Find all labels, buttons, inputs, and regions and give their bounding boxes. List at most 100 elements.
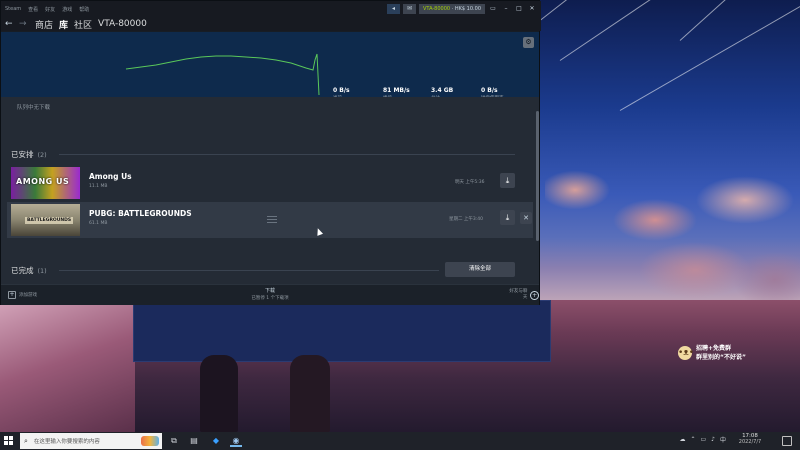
network-usage-line	[125, 53, 320, 96]
menu-view[interactable]: 查看	[28, 6, 38, 13]
drag-handle-icon[interactable]	[267, 216, 277, 223]
menu-help[interactable]: 帮助	[79, 6, 89, 13]
wallet-display[interactable]: VTA-80000 · HK$ 10.00	[418, 4, 485, 14]
nav-store[interactable]: 商店	[35, 18, 53, 31]
friends-chat-button[interactable]: 好友与聊天 +	[506, 289, 539, 301]
game-name[interactable]: PUBG: BATTLEGROUNDS	[89, 209, 192, 218]
settings-gear-icon[interactable]: ⚙	[523, 37, 534, 48]
wallpaper-clouds	[545, 150, 800, 310]
stat-value: 81 MB/s	[383, 87, 410, 94]
scheduled-section-title: 已安排 (2)	[11, 149, 47, 160]
wallpaper-streak	[619, 0, 800, 111]
wallpaper-figure	[290, 355, 330, 432]
taskbar-clock[interactable]: 17:08 2022/7/7	[730, 433, 770, 445]
notification-icon[interactable]: ✉	[402, 4, 416, 14]
completed-title: 已完成	[11, 266, 34, 275]
wallpaper-ground	[0, 305, 135, 432]
completed-section-title: 已完成 (1)	[11, 265, 47, 276]
wallet-balance: HK$ 10.00	[454, 6, 481, 12]
broadcast-icon[interactable]: ◂	[386, 4, 400, 14]
menu-friends[interactable]: 好友	[45, 6, 55, 13]
network-icon[interactable]: ▭	[700, 436, 706, 443]
steam-window: Steam 查看 好友 游戏 帮助 ◂ ✉ VTA-80000 · HK$ 10…	[0, 0, 541, 305]
game-thumbnail: BATTLEGROUNDS	[11, 204, 80, 236]
back-arrow-icon[interactable]: ←	[5, 19, 15, 29]
download-icon[interactable]: ⤓	[500, 210, 515, 225]
search-icon: ⌕	[24, 436, 28, 445]
close-icon[interactable]: ✕	[527, 4, 537, 14]
nav-community[interactable]: 社区	[74, 18, 92, 31]
game-thumbnail: AMONG US	[11, 167, 80, 199]
wallpaper-streak	[539, 0, 777, 21]
weather-icon[interactable]: ☁	[679, 436, 685, 443]
downloads-body: 队列中无下载 已安排 (2) AMONG US Among Us 11.1 MB …	[1, 97, 539, 284]
minimize-icon[interactable]: –	[501, 4, 511, 14]
titlebar-controls: ◂ ✉ VTA-80000 · HK$ 10.00 ▭ – □ ✕	[386, 4, 537, 14]
scheduled-title: 已安排	[11, 150, 34, 159]
scheduled-time: 明天 上午5:36	[455, 180, 485, 185]
overlay-line2: 群里别的“不好说”	[696, 354, 746, 361]
download-graph-panel: ⚙ 0 B/s 当前 81 MB/s 峰值 3.4 GB 总计 0 B/s 磁盘…	[1, 32, 539, 123]
nav-library[interactable]: 库	[59, 18, 68, 31]
add-game-label: 添加游戏	[19, 293, 37, 298]
clock-date: 2022/7/7	[738, 439, 762, 445]
game-name[interactable]: Among Us	[89, 172, 132, 181]
system-tray: ☁ ⌃ ▭ ♪ 中	[679, 435, 726, 444]
download-row-among-us[interactable]: AMONG US Among Us 11.1 MB 明天 上午5:36 ⤓	[7, 165, 533, 201]
steam-footer: + 添加游戏 下载 已暂停 1 个下载项 好友与聊天 +	[1, 284, 539, 305]
download-status-title: 下载	[264, 288, 275, 294]
thumbnail-text: AMONG US	[16, 177, 70, 186]
friends-chat-label: 好友与聊天	[509, 289, 528, 300]
download-row-pubg[interactable]: BATTLEGROUNDS PUBG: BATTLEGROUNDS 61.1 M…	[7, 202, 533, 238]
stat-value: 0 B/s	[333, 87, 350, 94]
download-icon[interactable]: ⤓	[500, 173, 515, 188]
thumbnail-text: BATTLEGROUNDS	[25, 217, 74, 224]
menu-steam[interactable]: Steam	[5, 6, 21, 13]
stat-value: 0 B/s	[481, 87, 498, 94]
scheduled-time: 星期二 上午3:40	[449, 217, 484, 222]
file-explorer-icon[interactable]: ▤	[188, 435, 200, 447]
clear-all-button[interactable]: 清除全部	[445, 262, 515, 277]
chevron-up-icon[interactable]: ⌃	[690, 436, 695, 443]
input-method-icon[interactable]: 中	[720, 435, 726, 444]
nav-bar: ← → 商店 库 社区 VTA-80000	[1, 17, 541, 31]
app-icon[interactable]: ◆	[210, 435, 222, 447]
steam-taskbar-icon[interactable]: ◉	[230, 435, 242, 447]
cat-icon: •ᴥ•	[678, 346, 695, 360]
wallpaper-streak	[679, 0, 800, 41]
section-divider	[59, 154, 515, 155]
big-picture-icon[interactable]: ▭	[488, 4, 498, 14]
menu-bar: Steam 查看 好友 游戏 帮助	[1, 6, 89, 13]
section-divider	[59, 270, 439, 271]
stat-value: 3.4 GB	[431, 87, 454, 94]
scrollbar[interactable]	[536, 111, 539, 241]
friends-add-icon: +	[530, 290, 539, 300]
add-game-button[interactable]: + 添加游戏	[8, 291, 37, 299]
notification-center-icon[interactable]	[782, 436, 792, 446]
windows-start-icon[interactable]	[4, 436, 14, 446]
download-status[interactable]: 下载 已暂停 1 个下载项	[240, 287, 300, 301]
taskbar-search[interactable]: ⌕ 在这里输入你要搜索的内容	[20, 433, 162, 449]
volume-icon[interactable]: ♪	[711, 436, 715, 443]
remove-icon[interactable]: ✕	[520, 212, 532, 224]
nav-profile[interactable]: VTA-80000	[98, 19, 147, 29]
download-status-sub: 已暂停 1 个下载项	[251, 296, 289, 301]
windows-taskbar: ⌕ 在这里输入你要搜索的内容 ⧉ ▤ ◆ ◉ ☁ ⌃ ▭ ♪ 中 17:08 2…	[0, 432, 800, 450]
menu-games[interactable]: 游戏	[62, 6, 72, 13]
wallpaper-figure	[200, 355, 238, 432]
maximize-icon[interactable]: □	[514, 4, 524, 14]
queue-status: 队列中无下载	[17, 105, 51, 111]
overlay-line1: 招聘+免费群	[696, 345, 732, 352]
plus-icon: +	[8, 291, 16, 299]
forward-arrow-icon[interactable]: →	[19, 19, 29, 29]
completed-count: (1)	[37, 267, 47, 275]
scheduled-count: (2)	[37, 151, 47, 159]
task-view-icon[interactable]: ⧉	[168, 435, 180, 447]
game-size: 61.1 MB	[89, 221, 108, 226]
search-highlight-icon	[141, 436, 159, 446]
search-placeholder: 在这里输入你要搜索的内容	[33, 439, 100, 445]
background-window[interactable]	[133, 300, 551, 362]
game-size: 11.1 MB	[89, 184, 108, 189]
wallet-account: VTA-80000	[422, 6, 451, 12]
wallpaper-streak	[559, 0, 776, 61]
